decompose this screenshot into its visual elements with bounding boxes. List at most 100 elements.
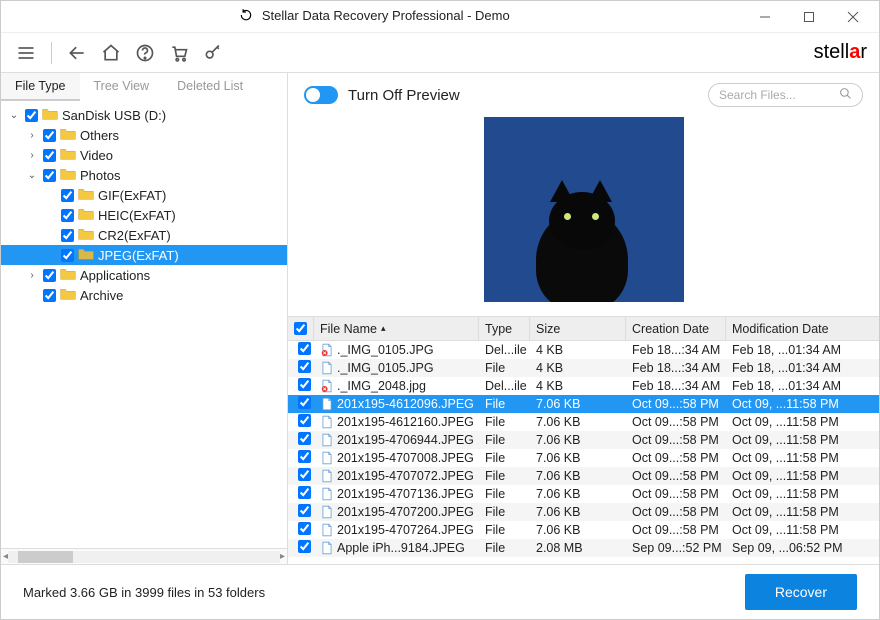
header-creation-date[interactable]: Creation Date <box>626 317 726 340</box>
cell-mdate: Sep 09, ...06:52 PM <box>726 541 879 555</box>
tree-item[interactable]: GIF(ExFAT) <box>1 185 287 205</box>
table-row[interactable]: 201x195-4612160.JPEGFile7.06 KBOct 09...… <box>288 413 879 431</box>
cell-cdate: Oct 09...:58 PM <box>626 487 726 501</box>
row-checkbox[interactable] <box>298 540 311 553</box>
cell-mdate: Oct 09, ...11:58 PM <box>726 469 879 483</box>
minimize-button[interactable] <box>743 2 787 32</box>
tab-deleted-list[interactable]: Deleted List <box>163 73 257 101</box>
tree-checkbox[interactable] <box>61 209 74 222</box>
tree-item[interactable]: Archive <box>1 285 287 305</box>
table-row[interactable]: ._IMG_0105.JPGDel...ile4 KBFeb 18...:34 … <box>288 341 879 359</box>
scroll-thumb[interactable] <box>18 551 73 563</box>
cell-type: File <box>479 433 530 447</box>
header-type[interactable]: Type <box>479 317 530 340</box>
recover-button[interactable]: Recover <box>745 574 857 610</box>
table-body[interactable]: ._IMG_0105.JPGDel...ile4 KBFeb 18...:34 … <box>288 341 879 564</box>
chevron-down-icon[interactable]: ⌄ <box>25 170 39 181</box>
tree-item[interactable]: ⌄Photos <box>1 165 287 185</box>
tree-item[interactable]: › Applications <box>1 265 287 285</box>
row-checkbox[interactable] <box>298 450 311 463</box>
chevron-right-icon[interactable]: › <box>25 150 39 161</box>
cell-cdate: Oct 09...:58 PM <box>626 451 726 465</box>
tree-label: SanDisk USB (D:) <box>62 108 166 123</box>
main-area: File Type Tree View Deleted List ⌄ SanDis… <box>1 73 879 564</box>
table-row[interactable]: ._IMG_2048.jpgDel...ile4 KBFeb 18...:34 … <box>288 377 879 395</box>
table-row[interactable]: 201x195-4612096.JPEGFile7.06 KBOct 09...… <box>288 395 879 413</box>
cell-size: 7.06 KB <box>530 487 626 501</box>
tree-checkbox[interactable] <box>43 289 56 302</box>
maximize-button[interactable] <box>787 2 831 32</box>
tree-item[interactable]: CR2(ExFAT) <box>1 225 287 245</box>
back-button[interactable] <box>64 40 90 66</box>
row-checkbox[interactable] <box>298 396 311 409</box>
key-button[interactable] <box>200 40 226 66</box>
tree-item[interactable]: JPEG(ExFAT) <box>1 245 287 265</box>
cell-type: File <box>479 361 530 375</box>
tree-hscroll[interactable]: ◂ ▸ <box>1 548 287 564</box>
tree-checkbox[interactable] <box>61 229 74 242</box>
tab-tree-view[interactable]: Tree View <box>80 73 164 101</box>
cart-button[interactable] <box>166 40 192 66</box>
cell-name: 201x195-4707072.JPEG <box>337 469 474 483</box>
close-button[interactable] <box>831 2 875 32</box>
file-icon <box>320 541 334 555</box>
row-checkbox[interactable] <box>298 432 311 445</box>
tab-file-type[interactable]: File Type <box>1 73 80 101</box>
cell-size: 7.06 KB <box>530 433 626 447</box>
tree-item[interactable]: ›Video <box>1 145 287 165</box>
folder-icon <box>60 147 80 164</box>
tree-checkbox[interactable] <box>43 129 56 142</box>
cell-size: 7.06 KB <box>530 523 626 537</box>
left-tabs: File Type Tree View Deleted List <box>1 73 287 101</box>
header-name[interactable]: File Name▴ <box>314 317 479 340</box>
tree-item[interactable]: ›Others <box>1 125 287 145</box>
cell-cdate: Feb 18...:34 AM <box>626 343 726 357</box>
search-input[interactable]: Search Files... <box>708 83 863 107</box>
tree-checkbox[interactable] <box>61 189 74 202</box>
cell-size: 7.06 KB <box>530 415 626 429</box>
tree-label: Applications <box>80 268 150 283</box>
row-checkbox[interactable] <box>298 342 311 355</box>
chevron-right-icon[interactable]: › <box>25 130 39 141</box>
folder-icon <box>42 107 62 124</box>
row-checkbox[interactable] <box>298 414 311 427</box>
row-checkbox[interactable] <box>298 522 311 535</box>
file-table: File Name▴ Type Size Creation Date Modif… <box>288 316 879 564</box>
table-row[interactable]: 201x195-4707264.JPEGFile7.06 KBOct 09...… <box>288 521 879 539</box>
cell-cdate: Oct 09...:58 PM <box>626 469 726 483</box>
table-row[interactable]: 201x195-4707072.JPEGFile7.06 KBOct 09...… <box>288 467 879 485</box>
cell-cdate: Oct 09...:58 PM <box>626 505 726 519</box>
row-checkbox[interactable] <box>298 360 311 373</box>
row-checkbox[interactable] <box>298 378 311 391</box>
home-button[interactable] <box>98 40 124 66</box>
table-row[interactable]: Apple iPh...9184.JPEGFile2.08 MBSep 09..… <box>288 539 879 557</box>
chevron-down-icon[interactable]: ⌄ <box>7 110 21 121</box>
header-checkbox[interactable] <box>288 317 314 340</box>
scroll-right-icon[interactable]: ▸ <box>280 551 285 562</box>
cell-size: 7.06 KB <box>530 505 626 519</box>
tree-checkbox[interactable] <box>25 109 38 122</box>
preview-toggle[interactable] <box>304 86 338 104</box>
chevron-right-icon[interactable]: › <box>25 270 39 281</box>
row-checkbox[interactable] <box>298 468 311 481</box>
folder-tree[interactable]: ⌄ SanDisk USB (D:) ›Others›Video⌄PhotosGIF… <box>1 101 287 548</box>
row-checkbox[interactable] <box>298 504 311 517</box>
table-row[interactable]: 201x195-4706944.JPEGFile7.06 KBOct 09...… <box>288 431 879 449</box>
row-checkbox[interactable] <box>298 486 311 499</box>
tree-checkbox[interactable] <box>43 269 56 282</box>
tree-checkbox[interactable] <box>43 149 56 162</box>
table-row[interactable]: 201x195-4707200.JPEGFile7.06 KBOct 09...… <box>288 503 879 521</box>
menu-button[interactable] <box>13 40 39 66</box>
help-button[interactable] <box>132 40 158 66</box>
tree-item[interactable]: HEIC(ExFAT) <box>1 205 287 225</box>
window-controls <box>743 2 875 32</box>
tree-checkbox[interactable] <box>43 169 56 182</box>
header-modification-date[interactable]: Modification Date <box>726 317 879 340</box>
tree-item[interactable]: ⌄ SanDisk USB (D:) <box>1 105 287 125</box>
table-row[interactable]: ._IMG_0105.JPGFile4 KBFeb 18...:34 AMFeb… <box>288 359 879 377</box>
table-row[interactable]: 201x195-4707008.JPEGFile7.06 KBOct 09...… <box>288 449 879 467</box>
tree-checkbox[interactable] <box>61 249 74 262</box>
header-size[interactable]: Size <box>530 317 626 340</box>
folder-icon <box>60 167 80 184</box>
table-row[interactable]: 201x195-4707136.JPEGFile7.06 KBOct 09...… <box>288 485 879 503</box>
